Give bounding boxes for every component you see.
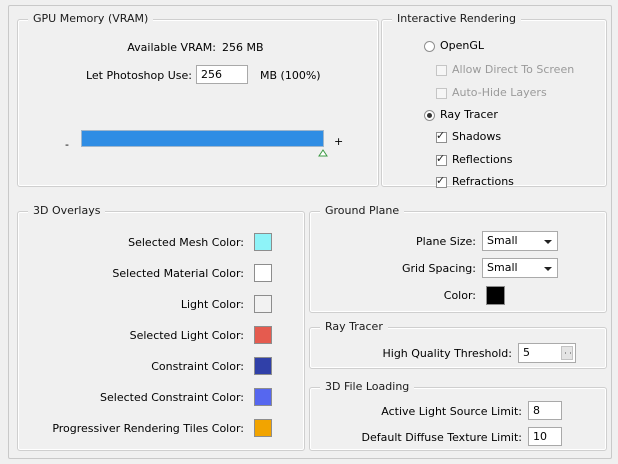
check-icon: ✓ (436, 174, 446, 187)
ray-tracer-title: Ray Tracer (320, 320, 388, 333)
plane-size-label: Plane Size: (416, 235, 476, 248)
grid-spacing-select[interactable]: Small (482, 258, 558, 278)
auto-hide-checkbox[interactable] (436, 88, 447, 99)
rendering-tiles-color-swatch[interactable] (254, 419, 272, 437)
grid-spacing-label: Grid Spacing: (401, 262, 476, 275)
overlay-label: Progressiver Rendering Tiles Color: (52, 422, 244, 435)
threshold-stepper[interactable]: 5 (518, 343, 576, 363)
selected-light-color-swatch[interactable] (254, 326, 272, 344)
check-icon: ✓ (436, 152, 446, 165)
overlay-label: Selected Mesh Color: (128, 236, 244, 249)
texture-limit-label: Default Diffuse Texture Limit: (361, 431, 523, 444)
reflections-label: Reflections (452, 153, 513, 166)
vram-slider-track[interactable] (81, 130, 324, 147)
chevron-down-icon (544, 267, 552, 271)
check-icon: ✓ (436, 129, 446, 142)
shadows-label: Shadows (452, 130, 502, 143)
interactive-rendering-group: Interactive Rendering OpenGL Allow Direc… (381, 12, 607, 188)
allow-direct-label: Allow Direct To Screen (452, 63, 575, 76)
ground-plane-group: Ground Plane Plane Size: Small Grid Spac… (309, 204, 607, 313)
ray-tracer-radio[interactable] (424, 110, 435, 121)
vram-unit-label: MB (100%) (260, 69, 321, 82)
overlays-group: 3D Overlays Selected Mesh Color: Selecte… (17, 204, 305, 451)
preferences-panel: GPU Memory (VRAM) Available VRAM: 256 MB… (8, 5, 612, 459)
threshold-value: 5 (523, 346, 530, 359)
file-loading-group: 3D File Loading Active Light Source Limi… (309, 380, 607, 451)
light-limit-label: Active Light Source Limit: (381, 405, 522, 418)
ground-color-label: Color: (443, 289, 476, 302)
interactive-rendering-title: Interactive Rendering (392, 12, 521, 25)
constraint-color-swatch[interactable] (254, 357, 272, 375)
light-limit-input[interactable]: 8 (528, 401, 562, 420)
vram-slider-handle[interactable] (318, 147, 328, 157)
overlays-title: 3D Overlays (28, 204, 106, 217)
ray-tracer-label: Ray Tracer (440, 108, 498, 121)
gpu-memory-group: GPU Memory (VRAM) Available VRAM: 256 MB… (17, 12, 379, 187)
overlay-label: Constraint Color: (151, 360, 244, 373)
chevron-down-icon (544, 240, 552, 244)
ray-tracer-group: Ray Tracer High Quality Threshold: 5 (309, 320, 607, 369)
available-vram-value: 256 MB (222, 41, 264, 54)
slider-minus-label: - (65, 138, 69, 151)
grid-spacing-value: Small (487, 261, 518, 274)
let-photoshop-use-label: Let Photoshop Use: (85, 69, 192, 82)
allow-direct-checkbox[interactable] (436, 65, 447, 76)
available-vram-label: Available VRAM: (127, 41, 216, 54)
selected-constraint-color-swatch[interactable] (254, 388, 272, 406)
slider-plus-label: + (334, 135, 344, 148)
refractions-checkbox[interactable]: ✓ (436, 174, 447, 188)
threshold-label: High Quality Threshold: (382, 347, 513, 360)
texture-limit-input[interactable]: 10 (528, 427, 562, 446)
overlay-label: Light Color: (180, 298, 244, 311)
selected-material-color-swatch[interactable] (254, 264, 272, 282)
auto-hide-label: Auto-Hide Layers (452, 86, 547, 99)
overlay-label: Selected Constraint Color: (100, 391, 244, 404)
stepper-icon[interactable] (561, 346, 573, 360)
vram-slider-fill (82, 131, 323, 146)
opengl-radio[interactable] (424, 41, 435, 52)
ground-color-swatch[interactable] (486, 286, 505, 305)
reflections-checkbox[interactable]: ✓ (436, 152, 447, 166)
ground-plane-title: Ground Plane (320, 204, 405, 217)
light-color-swatch[interactable] (254, 295, 272, 313)
refractions-label: Refractions (452, 175, 514, 188)
plane-size-value: Small (487, 234, 518, 247)
overlay-label: Selected Material Color: (112, 267, 244, 280)
selected-mesh-color-swatch[interactable] (254, 233, 272, 251)
plane-size-select[interactable]: Small (482, 231, 558, 251)
opengl-label: OpenGL (440, 39, 485, 52)
shadows-checkbox[interactable]: ✓ (436, 129, 447, 143)
file-loading-title: 3D File Loading (320, 380, 415, 393)
gpu-memory-title: GPU Memory (VRAM) (28, 12, 154, 25)
overlay-label: Selected Light Color: (129, 329, 244, 342)
vram-amount-input[interactable]: 256 (196, 65, 248, 84)
